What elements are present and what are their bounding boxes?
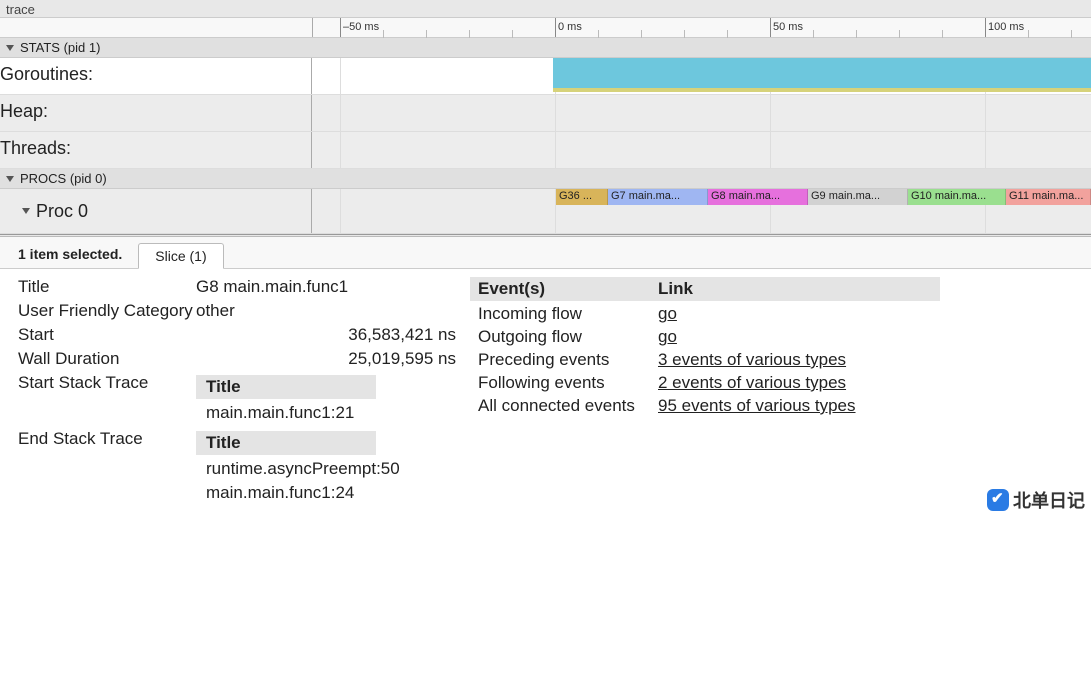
lane-goroutines[interactable] <box>312 58 1091 94</box>
ruler-minor-tick <box>727 30 728 38</box>
proc-slice[interactable]: G10 main.ma... <box>908 189 1006 205</box>
event-row: All connected events 95 events of various… <box>470 396 940 416</box>
events-header: Event(s) Link <box>470 277 940 301</box>
lane-heap[interactable] <box>312 95 1091 131</box>
ruler-minor-tick <box>641 30 642 38</box>
track-goroutines: Goroutines: <box>0 58 1091 95</box>
ruler-minor-tick <box>383 30 384 38</box>
section-stats-label: STATS (pid 1) <box>20 40 100 55</box>
event-row: Preceding events 3 events of various type… <box>470 350 940 370</box>
ruler-minor-tick <box>1071 30 1072 38</box>
ruler-minor-tick <box>856 30 857 38</box>
track-proc0-label[interactable]: Proc 0 <box>0 189 312 233</box>
ruler-minor-tick <box>899 30 900 38</box>
ruler-tick: 50 ms <box>770 18 803 37</box>
stack-frame: runtime.asyncPreempt:50 <box>196 457 460 481</box>
event-link[interactable]: 2 events of various types <box>658 373 846 392</box>
endstack-head: Title <box>196 431 376 455</box>
trace-header: trace <box>0 0 1091 18</box>
stack-frame: main.main.func1:24 <box>196 481 460 505</box>
track-proc0: Proc 0 G36 ...G7 main.ma...G8 main.ma...… <box>0 189 1091 234</box>
tab-slice[interactable]: Slice (1) <box>138 243 223 269</box>
event-row: Following events 2 events of various type… <box>470 373 940 393</box>
field-start-label: Start <box>18 325 196 345</box>
time-ruler[interactable]: –50 ms 0 ms 50 ms 100 ms <box>0 18 1091 38</box>
track-goroutines-label: Goroutines: <box>0 58 312 94</box>
proc-slice[interactable]: G9 main.ma... <box>808 189 908 205</box>
event-link[interactable]: go <box>658 304 677 323</box>
startstack-head: Title <box>196 375 376 399</box>
field-endstack-label: End Stack Trace <box>18 429 196 505</box>
ruler-tick: –50 ms <box>340 18 379 37</box>
ruler-minor-tick <box>512 30 513 38</box>
field-title-label: Title <box>18 277 196 297</box>
proc-slice[interactable]: G11 main.ma... <box>1006 189 1091 205</box>
proc-slice[interactable]: G36 ... <box>556 189 608 205</box>
watermark: 北单日记 <box>987 487 1085 513</box>
event-name: Incoming flow <box>470 304 650 324</box>
event-link[interactable]: go <box>658 327 677 346</box>
track-threads: Threads: <box>0 132 1091 169</box>
event-name: All connected events <box>470 396 650 416</box>
ruler-minor-tick <box>469 30 470 38</box>
endstack-frames: runtime.asyncPreempt:50main.main.func1:2… <box>196 457 460 505</box>
selection-count: 1 item selected. <box>18 246 122 268</box>
field-category-label: User Friendly Category <box>18 301 196 321</box>
ruler-minor-tick <box>598 30 599 38</box>
lane-threads[interactable] <box>312 132 1091 168</box>
ruler-minor-tick <box>942 30 943 38</box>
event-row: Outgoing flow go <box>470 327 940 347</box>
proc-slice[interactable]: G7 main.ma... <box>608 189 708 205</box>
ruler-minor-tick <box>1028 30 1029 38</box>
trace-title: trace <box>6 2 35 17</box>
selection-tabbar: 1 item selected. Slice (1) <box>0 237 1091 269</box>
section-procs[interactable]: PROCS (pid 0) <box>0 169 1091 189</box>
event-link[interactable]: 3 events of various types <box>658 350 846 369</box>
event-link[interactable]: 95 events of various types <box>658 396 856 415</box>
event-name: Outgoing flow <box>470 327 650 347</box>
event-row: Incoming flow go <box>470 304 940 324</box>
ruler-minor-tick <box>426 30 427 38</box>
startstack-frames: main.main.func1:21 <box>196 401 460 425</box>
lane-proc0[interactable]: G36 ...G7 main.ma...G8 main.ma...G9 main… <box>312 189 1091 233</box>
details-pane: Title G8 main.main.func1 User Friendly C… <box>0 269 1091 519</box>
field-duration-value: 25,019,595 ns <box>196 349 460 369</box>
event-name: Preceding events <box>470 350 650 370</box>
chevron-down-icon <box>6 176 14 182</box>
field-category-value: other <box>196 301 460 321</box>
track-heap: Heap: <box>0 95 1091 132</box>
field-title-value: G8 main.main.func1 <box>196 277 460 297</box>
stack-frame: main.main.func1:21 <box>196 401 460 425</box>
field-startstack-label: Start Stack Trace <box>18 373 196 425</box>
section-stats[interactable]: STATS (pid 1) <box>0 38 1091 58</box>
chevron-down-icon <box>22 208 30 214</box>
goroutines-base-area[interactable] <box>553 88 1091 92</box>
ruler-minor-tick <box>813 30 814 38</box>
chevron-down-icon <box>6 45 14 51</box>
ruler-tick: 0 ms <box>555 18 582 37</box>
section-procs-label: PROCS (pid 0) <box>20 171 107 186</box>
track-heap-label: Heap: <box>0 95 312 131</box>
ruler-tick: 100 ms <box>985 18 1024 37</box>
track-threads-label: Threads: <box>0 132 312 168</box>
ruler-minor-tick <box>684 30 685 38</box>
event-name: Following events <box>470 373 650 393</box>
goroutines-count-area[interactable] <box>553 58 1091 88</box>
watermark-badge-icon <box>987 489 1009 511</box>
proc-slice[interactable]: G8 main.ma... <box>708 189 808 205</box>
field-duration-label: Wall Duration <box>18 349 196 369</box>
field-start-value: 36,583,421 ns <box>196 325 460 345</box>
